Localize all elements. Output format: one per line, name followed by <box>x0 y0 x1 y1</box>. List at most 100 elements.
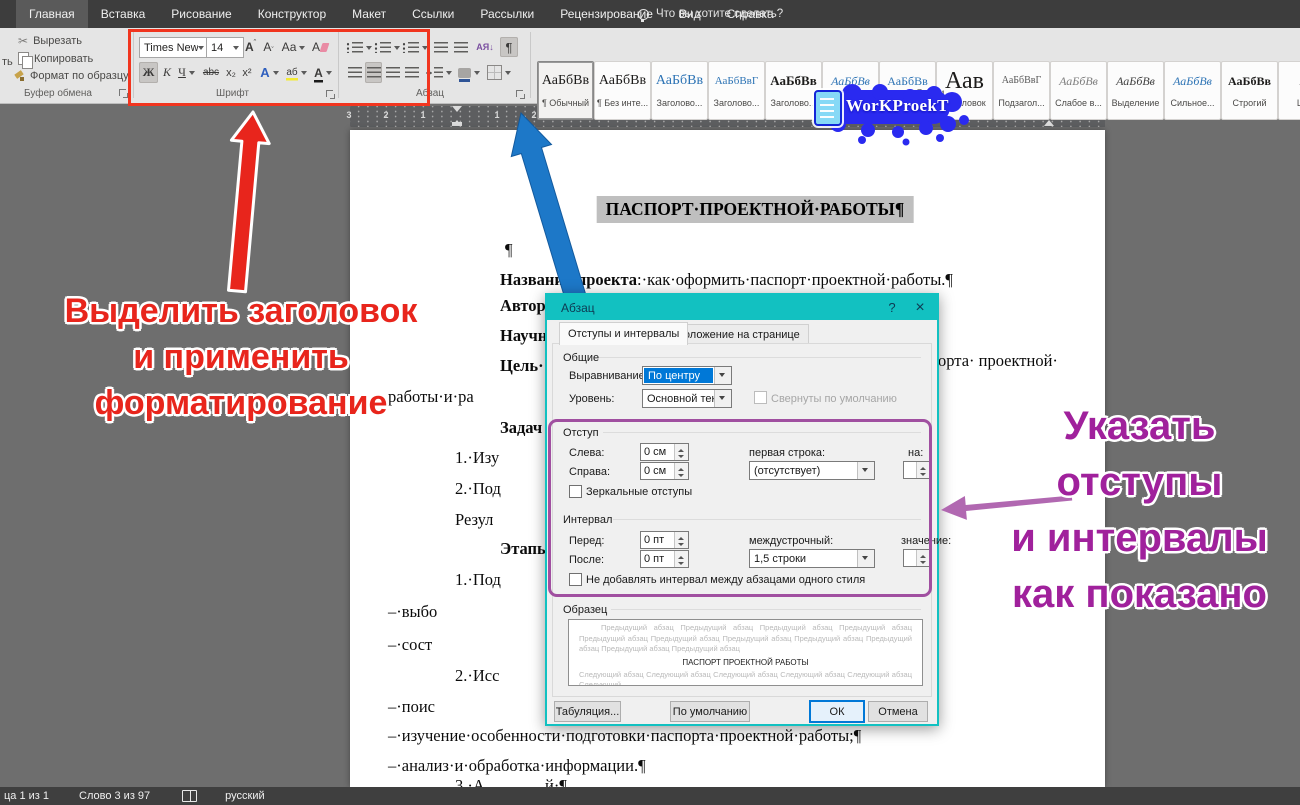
document-title-selected[interactable]: ПАСПОРТ·ПРОЕКТНОЙ·РАБОТЫ¶ <box>597 196 914 223</box>
preview-section-label: Образец <box>563 604 607 616</box>
decrease-indent-icon <box>434 42 448 53</box>
style-item[interactable]: АаБбВв Строгий <box>1221 61 1278 120</box>
annotation-red-rectangle <box>128 29 430 106</box>
cut-icon <box>18 34 28 48</box>
style-sample: АаБбВв <box>1051 62 1106 98</box>
tab-home[interactable]: Главная <box>16 0 88 28</box>
help-button[interactable]: ? <box>877 295 907 320</box>
document-text-fragment: –·выбо <box>388 602 437 622</box>
tab-layout[interactable]: Макет <box>339 0 399 28</box>
empty-paragraph-mark: ¶ <box>505 240 512 260</box>
tabs-button[interactable]: Табуляция... <box>554 701 621 722</box>
style-label: Слабое в... <box>1051 98 1106 108</box>
chevron-down-icon <box>714 367 731 384</box>
ruler-number: 2 <box>383 110 388 120</box>
annotation-purple-text: Указать отступы и интервалы как показано <box>972 398 1300 622</box>
style-item[interactable]: АаБбВв Выделение <box>1107 61 1164 120</box>
level-label: Уровень: <box>569 393 614 405</box>
style-label: ¶ Обычный <box>538 98 593 108</box>
tab-indents-spacing[interactable]: Отступы и интервалы <box>559 322 688 345</box>
preview-after-text: Следующий абзац Следующий абзац Следующи… <box>579 670 912 687</box>
increase-indent-button[interactable] <box>452 37 470 57</box>
dialog-title: Абзац <box>561 301 595 315</box>
paragraph-dialog: Абзац ? × Отступы и интервалы Положение … <box>545 293 939 726</box>
increase-indent-icon <box>454 42 468 53</box>
level-value: Основной текст <box>643 390 714 407</box>
collapsed-label: Свернуты по умолчанию <box>771 393 897 405</box>
style-item[interactable]: АаБбВв Слабое в... <box>1050 61 1107 120</box>
style-sample: АаБбВвГ <box>709 62 764 98</box>
set-default-button[interactable]: По умолчанию <box>670 701 750 722</box>
document-text-fragment: 2.·Под <box>455 479 501 499</box>
style-item[interactable]: АаБбВв Сильное... <box>1164 61 1221 120</box>
style-item[interactable]: Аа Ци... <box>1278 61 1300 120</box>
tabs-button-label: Табуляция... <box>556 706 620 718</box>
ok-label: ОК <box>830 706 845 718</box>
style-label: Заголово... <box>709 98 764 108</box>
borders-button[interactable] <box>486 62 512 83</box>
annotation-purple-line: Указать <box>972 398 1300 454</box>
proofing-icon[interactable] <box>182 790 197 802</box>
word-count[interactable]: Слово 3 из 97 <box>79 790 150 802</box>
style-item[interactable]: АаБбВвГ Заголово... <box>708 61 765 120</box>
project-name-rest: :·как·оформить·паспорт·проектной·работы.… <box>637 270 953 289</box>
style-label: Подзагол... <box>994 98 1049 108</box>
outline-level-combo[interactable]: Основной текст <box>642 389 732 408</box>
style-item[interactable]: АаБбВв ¶ Без инте... <box>594 61 651 120</box>
copy-icon <box>18 52 29 65</box>
show-marks-button[interactable]: ¶ <box>500 37 518 57</box>
general-section-label: Общие <box>563 352 599 364</box>
chevron-down-icon <box>446 71 452 78</box>
annotation-red-line: форматирование <box>52 380 430 426</box>
notebook-icon <box>814 90 842 126</box>
style-label: Заголово... <box>652 98 707 108</box>
document-text-fragment: орта· проектной· <box>938 351 1058 371</box>
help-icon: ? <box>888 300 895 315</box>
ruler-number: 3 <box>346 110 351 120</box>
close-icon: × <box>915 299 924 317</box>
ribbon-tab-bar: Главная Вставка Рисование Конструктор Ма… <box>0 0 1300 28</box>
document-text-fragment: –·изучение·особенности·подготовки·паспор… <box>388 726 861 746</box>
document-text-fragment: 2.·Исс <box>455 666 499 686</box>
sort-button[interactable]: АЯ↓ <box>474 37 496 57</box>
tab-design[interactable]: Конструктор <box>245 0 339 28</box>
style-item[interactable]: АаБбВв ¶ Обычный <box>537 61 594 120</box>
close-button[interactable]: × <box>905 295 935 320</box>
style-sample: Аа <box>1279 62 1300 98</box>
lightbulb-icon <box>638 9 649 20</box>
alignment-label: Выравнивание: <box>569 370 648 382</box>
section-divider <box>611 609 921 610</box>
tab-draw[interactable]: Рисование <box>158 0 244 28</box>
status-bar: ца 1 из 1 Слово 3 из 97 русский <box>0 787 1300 805</box>
copy-button[interactable]: Копировать <box>18 52 93 65</box>
style-label: Ци... <box>1279 98 1300 108</box>
pilcrow-icon: ¶ <box>506 40 513 55</box>
ok-button[interactable]: ОК <box>809 700 865 723</box>
tab-references[interactable]: Ссылки <box>399 0 467 28</box>
clipboard-dialog-launcher[interactable] <box>119 89 128 98</box>
style-item[interactable]: АаБбВв Заголово... <box>651 61 708 120</box>
paragraph-dialog-launcher[interactable] <box>516 90 525 99</box>
language-indicator[interactable]: русский <box>225 790 264 802</box>
cut-button[interactable]: Вырезать <box>18 34 82 48</box>
project-name-bold: Название·проекта <box>500 270 637 289</box>
cancel-button[interactable]: Отмена <box>868 701 928 722</box>
style-item[interactable]: АаБбВвГ Подзагол... <box>993 61 1050 120</box>
shading-button[interactable] <box>456 62 482 83</box>
page-indicator[interactable]: ца 1 из 1 <box>4 790 49 802</box>
format-painter-button[interactable]: Формат по образцу <box>14 70 129 82</box>
annotation-purple-rectangle <box>548 419 932 597</box>
tab-insert[interactable]: Вставка <box>88 0 159 28</box>
alignment-value: По центру <box>644 368 713 383</box>
cut-label: Вырезать <box>33 35 82 47</box>
shading-icon <box>458 68 471 78</box>
collapsed-checkbox[interactable] <box>754 391 767 404</box>
left-indent-marker[interactable] <box>452 122 462 126</box>
tab-mailings[interactable]: Рассылки <box>467 0 547 28</box>
format-painter-icon <box>14 71 25 82</box>
ruler-number: 1 <box>420 110 425 120</box>
alignment-combo[interactable]: По центру <box>642 366 732 385</box>
tell-me-search[interactable]: Что вы хотите сделать? <box>638 0 783 28</box>
paste-button-partial[interactable]: ть <box>2 56 13 68</box>
decrease-indent-button[interactable] <box>432 37 450 57</box>
